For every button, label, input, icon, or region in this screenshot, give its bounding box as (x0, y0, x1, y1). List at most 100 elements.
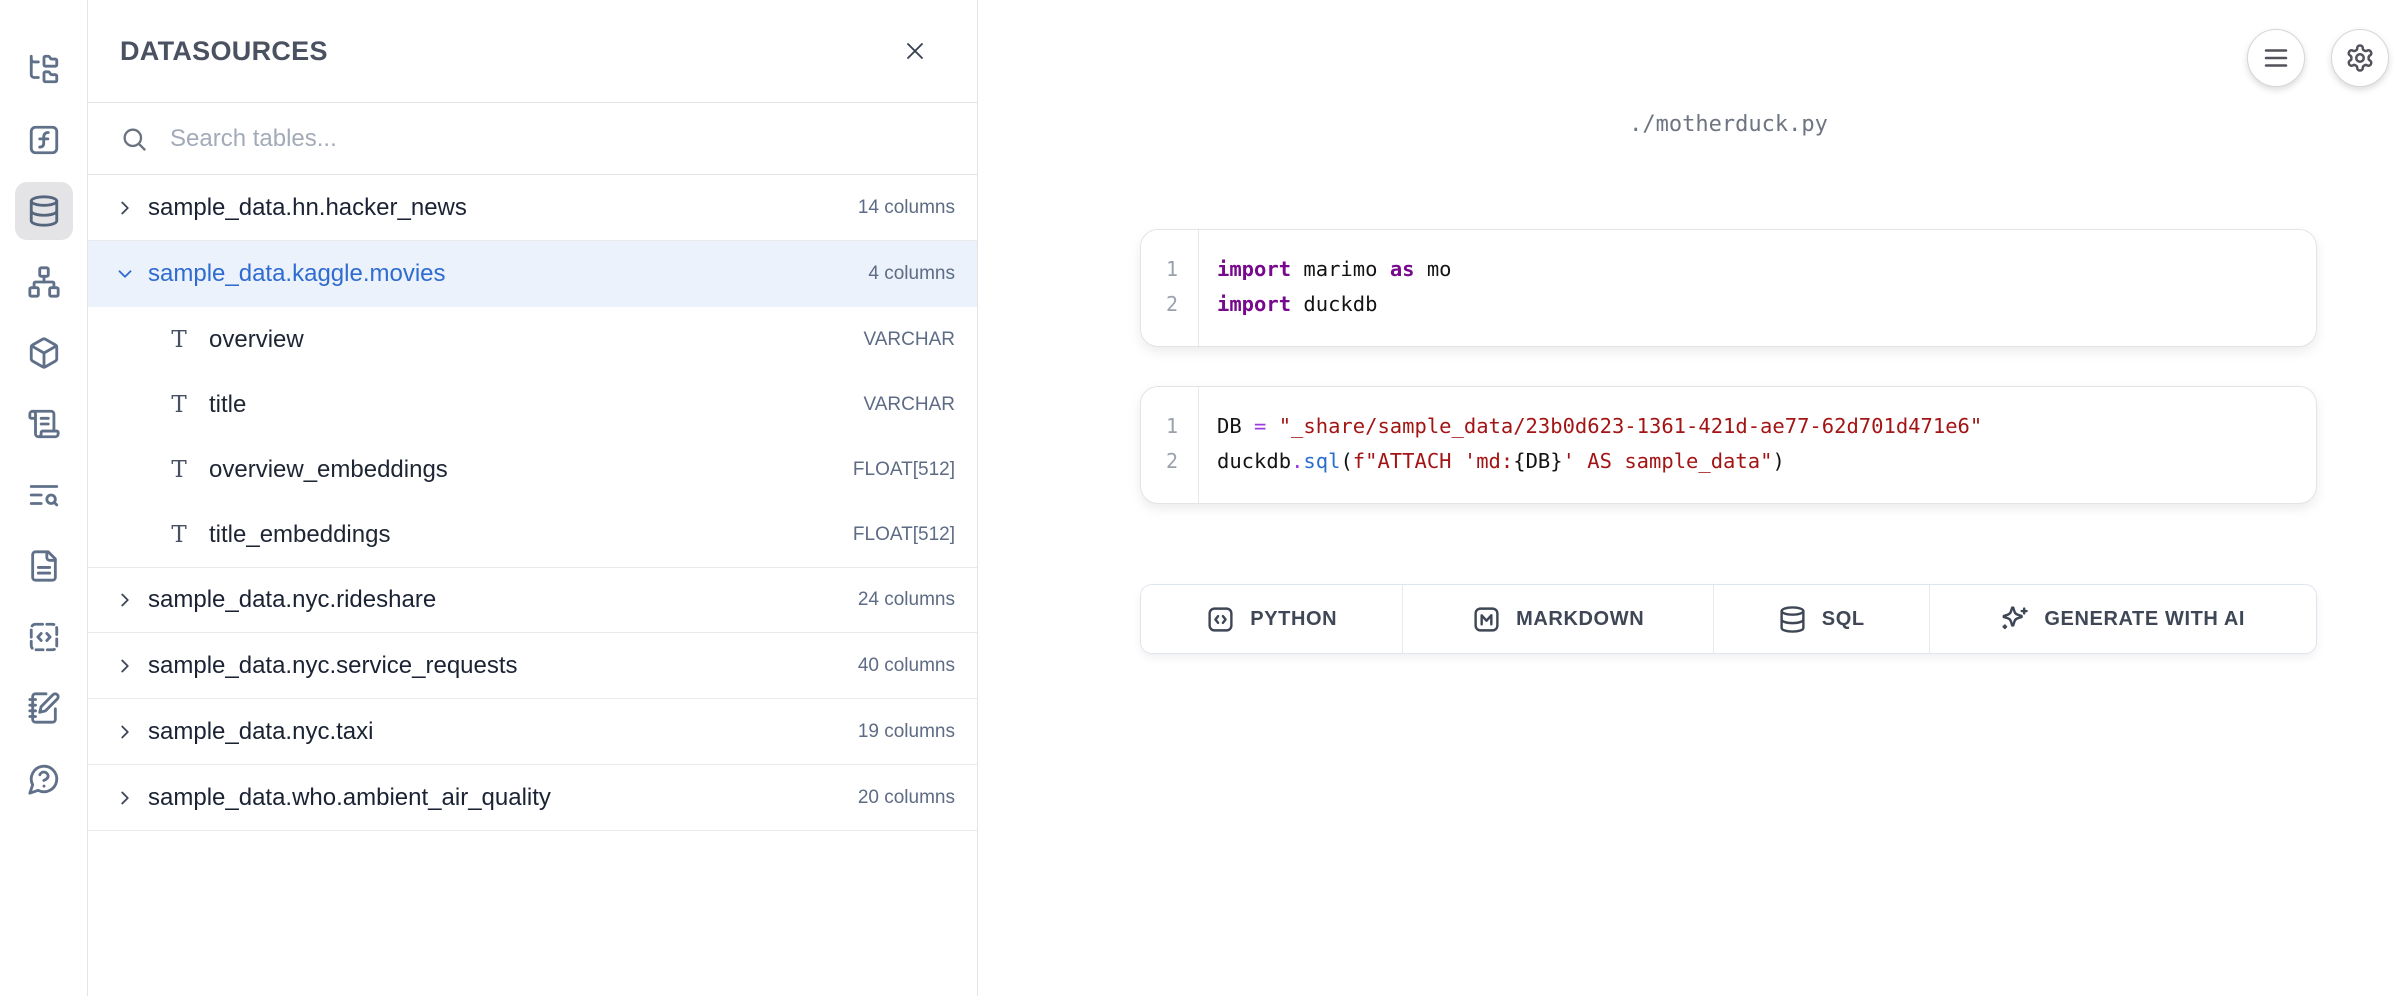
code-token: = (1254, 414, 1266, 438)
code-cell[interactable]: 1 2 import marimo as mo import duckdb (1140, 229, 2317, 347)
table-name: sample_data.who.ambient_air_quality (148, 784, 551, 812)
document-icon (27, 549, 61, 583)
help-icon (27, 762, 61, 796)
chevron-right-icon[interactable] (114, 787, 136, 809)
code-line: import duckdb (1217, 287, 2306, 322)
table-name: sample_data.nyc.taxi (148, 718, 373, 746)
chevron-right-icon[interactable] (114, 655, 136, 677)
line-number-gutter: 1 2 (1141, 387, 1199, 503)
add-python-cell-button[interactable]: PYTHON (1141, 585, 1403, 653)
code-token: mo (1415, 257, 1452, 281)
chevron-right-icon[interactable] (114, 589, 136, 611)
code-cell[interactable]: 1 2 DB = "_share/sample_data/23b0d623-13… (1140, 386, 2317, 504)
code-token: f"ATTACH 'md: (1353, 449, 1513, 473)
sidebar-item-dependencies[interactable] (15, 253, 73, 311)
database-icon (27, 194, 61, 228)
sidebar-item-packages[interactable] (15, 324, 73, 382)
column-row[interactable]: T title_embeddings FLOAT[512] (88, 502, 977, 567)
line-number: 1 (1141, 409, 1178, 444)
line-number-gutter: 1 2 (1141, 230, 1199, 346)
table-columns-count: 19 columns (858, 721, 955, 743)
sidebar-item-snippets[interactable] (15, 608, 73, 666)
chevron-right-icon[interactable] (114, 197, 136, 219)
code-token: DB (1217, 414, 1254, 438)
sidebar-item-help[interactable] (15, 750, 73, 808)
notebook-filename: ./motherduck.py (1140, 112, 2317, 137)
datasources-panel: DATASOURCES sample_data.hn.hacker_news 1… (88, 0, 978, 996)
code-token: "_share/sample_data/23b0d623-1361-421d-a… (1279, 414, 1983, 438)
text-type-icon: T (165, 327, 193, 353)
table-name: sample_data.nyc.service_requests (148, 652, 518, 680)
page-title: DATASOURCES (120, 36, 893, 67)
code-token: . (1291, 449, 1303, 473)
button-label: MARKDOWN (1516, 608, 1644, 631)
code-token: import (1217, 292, 1291, 316)
code-editor[interactable]: import marimo as mo import duckdb (1199, 230, 2316, 346)
sidebar-item-logs[interactable] (15, 395, 73, 453)
table-name: sample_data.kaggle.movies (148, 260, 446, 288)
dependency-graph-icon (27, 265, 61, 299)
code-token: duckdb (1291, 292, 1377, 316)
line-number: 2 (1141, 287, 1178, 322)
code-editor[interactable]: DB = "_share/sample_data/23b0d623-1361-4… (1199, 387, 2316, 503)
table-row[interactable]: sample_data.who.ambient_air_quality 20 c… (88, 765, 977, 831)
table-row[interactable]: sample_data.nyc.taxi 19 columns (88, 699, 977, 765)
table-row-selected[interactable]: sample_data.kaggle.movies 4 columns (88, 241, 977, 307)
table-row[interactable]: sample_data.nyc.rideshare 24 columns (88, 567, 977, 633)
settings-button[interactable] (2331, 29, 2389, 87)
sparkles-icon (2000, 605, 2029, 634)
table-columns-count: 14 columns (858, 197, 955, 219)
sidebar-item-tracebacks[interactable] (15, 466, 73, 524)
table-name: sample_data.hn.hacker_news (148, 194, 467, 222)
sidebar-item-variables[interactable] (15, 111, 73, 169)
add-cell-toolbar: PYTHON MARKDOWN SQL GENERATE WITH AI (1140, 584, 2317, 654)
generate-with-ai-button[interactable]: GENERATE WITH AI (1930, 585, 2316, 653)
sidebar-item-documentation[interactable] (15, 537, 73, 595)
code-token: ) (1772, 449, 1784, 473)
sidebar-item-datasources[interactable] (15, 182, 73, 240)
column-type: FLOAT[512] (853, 459, 955, 481)
button-label: PYTHON (1250, 608, 1337, 631)
file-tree-icon (27, 52, 61, 86)
code-line: duckdb.sql(f"ATTACH 'md:{DB}' AS sample_… (1217, 444, 2306, 479)
column-row[interactable]: T overview VARCHAR (88, 307, 977, 372)
table-row[interactable]: sample_data.nyc.service_requests 40 colu… (88, 633, 977, 699)
column-row[interactable]: T title VARCHAR (88, 372, 977, 437)
code-token: {DB} (1513, 449, 1562, 473)
column-row[interactable]: T overview_embeddings FLOAT[512] (88, 437, 977, 502)
code-token: ' AS sample_data" (1563, 449, 1773, 473)
column-name: title_embeddings (209, 521, 390, 549)
panel-header: DATASOURCES (88, 0, 977, 103)
package-icon (27, 336, 61, 370)
chevron-down-icon[interactable] (114, 263, 136, 285)
column-type: VARCHAR (864, 394, 956, 416)
text-type-icon: T (165, 457, 193, 483)
close-icon (901, 37, 929, 65)
add-sql-cell-button[interactable]: SQL (1714, 585, 1930, 653)
search-icon (120, 125, 148, 153)
code-token: duckdb (1217, 449, 1291, 473)
table-columns-count: 20 columns (858, 787, 955, 809)
chevron-right-icon[interactable] (114, 721, 136, 743)
tables-list: sample_data.hn.hacker_news 14 columns sa… (88, 175, 977, 831)
code-token: marimo (1291, 257, 1390, 281)
code-token: as (1390, 257, 1415, 281)
marimo-app: DATASOURCES sample_data.hn.hacker_news 1… (0, 0, 2399, 996)
table-name: sample_data.nyc.rideshare (148, 586, 436, 614)
table-row[interactable]: sample_data.hn.hacker_news 14 columns (88, 175, 977, 241)
search-bar (88, 103, 977, 175)
logs-icon (27, 407, 61, 441)
markdown-square-icon (1472, 605, 1501, 634)
line-number: 1 (1141, 252, 1178, 287)
search-input[interactable] (170, 125, 945, 153)
code-line: import marimo as mo (1217, 252, 2306, 287)
code-token (1266, 414, 1278, 438)
code-token: ( (1340, 449, 1352, 473)
notebook-area: ./motherduck.py 1 2 import marimo as mo … (979, 0, 2399, 996)
close-panel-button[interactable] (893, 29, 937, 73)
search-list-icon (27, 478, 61, 512)
sidebar-item-scratchpad[interactable] (15, 679, 73, 737)
sidebar-item-file-explorer[interactable] (15, 40, 73, 98)
add-markdown-cell-button[interactable]: MARKDOWN (1403, 585, 1713, 653)
code-line: DB = "_share/sample_data/23b0d623-1361-4… (1217, 409, 2306, 444)
